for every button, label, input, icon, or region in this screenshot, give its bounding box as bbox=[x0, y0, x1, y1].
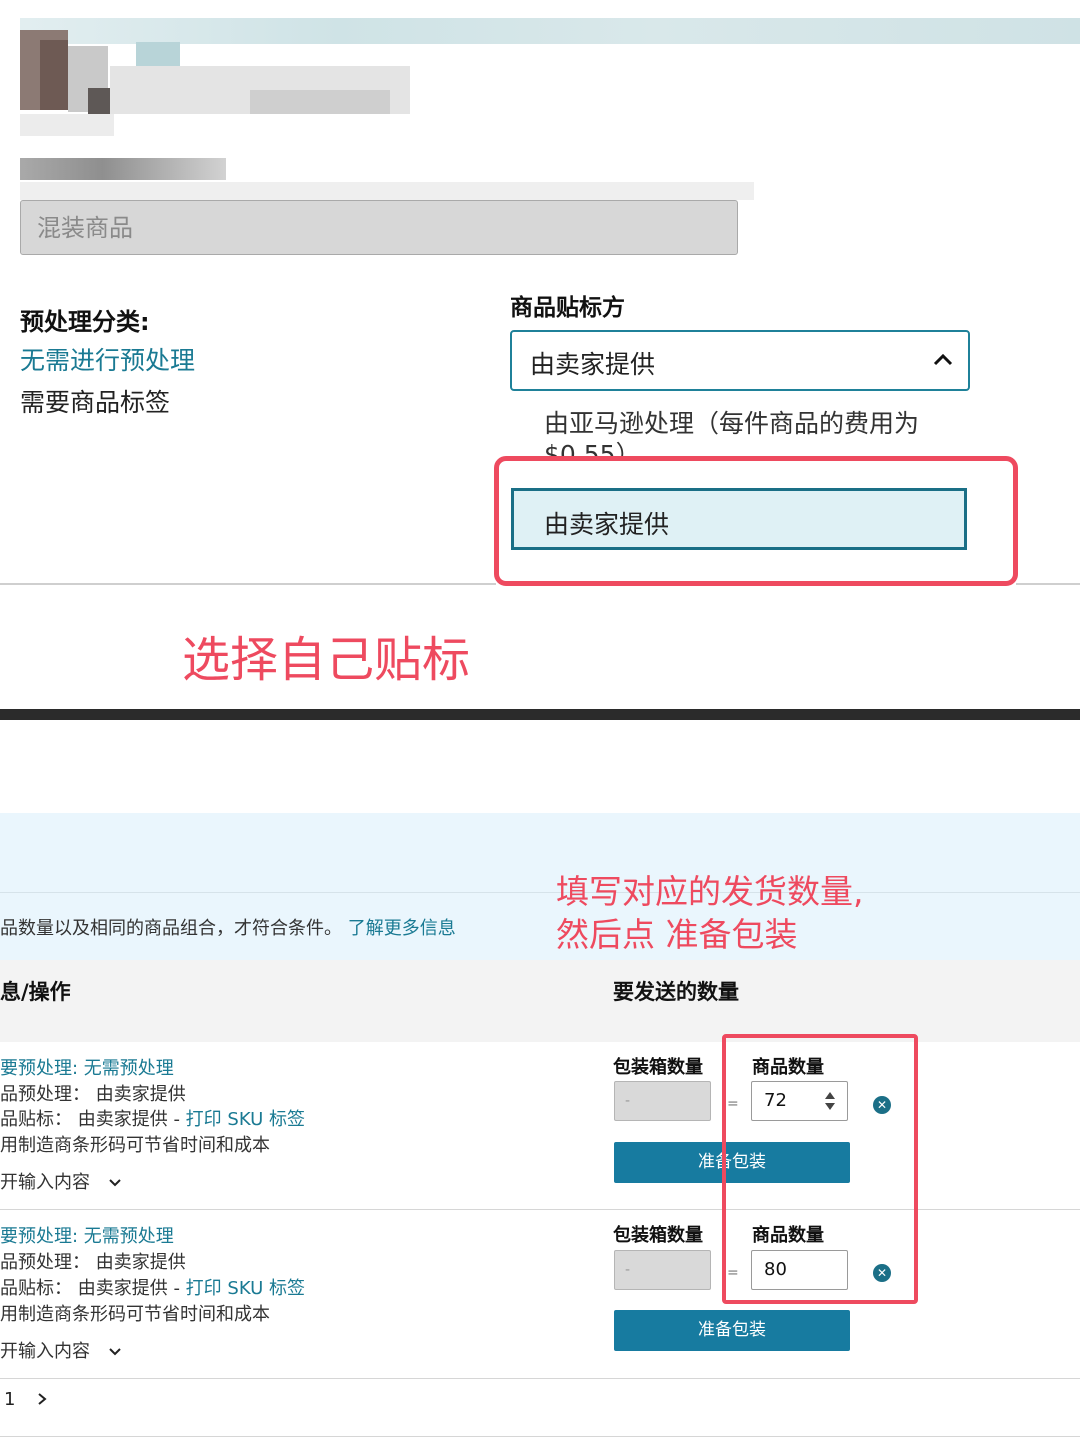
pagination-page[interactable]: 1 bbox=[4, 1389, 15, 1410]
box-count-input: - bbox=[614, 1081, 711, 1121]
divider bbox=[0, 892, 1080, 893]
divider bbox=[0, 583, 496, 585]
row-divider bbox=[0, 1378, 1080, 1379]
row-divider bbox=[0, 1209, 1080, 1210]
row-barcode-tip: 用制造商条形码可节省时间和成本 bbox=[0, 1304, 270, 1325]
info-text: 品数量以及相同的商品组合，才符合条件。 了解更多信息 bbox=[0, 914, 456, 940]
row-barcode-tip: 用制造商条形码可节省时间和成本 bbox=[0, 1135, 270, 1156]
labeler-select[interactable]: 由卖家提供 bbox=[510, 330, 970, 391]
mixed-item-field: 混装商品 bbox=[20, 200, 738, 255]
prepare-packing-button[interactable]: 准备包装 bbox=[614, 1310, 850, 1351]
screenshot-separator bbox=[0, 709, 1080, 720]
prep-required-label: 要预处理: bbox=[0, 1226, 84, 1247]
info-message: 品数量以及相同的商品组合，才符合条件。 bbox=[0, 918, 342, 939]
print-sku-label-link[interactable]: 打印 SKU 标签 bbox=[186, 1109, 305, 1130]
divider bbox=[1016, 583, 1080, 585]
row-expand-toggle[interactable]: 开输入内容 bbox=[0, 1337, 122, 1363]
annotation-select-self-label: 选择自己贴标 bbox=[182, 632, 471, 688]
row-labeling: 品贴标： 由卖家提供 - 打印 SKU 标签 bbox=[0, 1274, 305, 1300]
prep-required-link[interactable]: 无需预处理 bbox=[84, 1226, 174, 1247]
box-count-label: 包装箱数量 bbox=[613, 1225, 703, 1246]
expand-label: 开输入内容 bbox=[0, 1341, 90, 1362]
highlight-box-quantity bbox=[722, 1034, 918, 1304]
learn-more-link[interactable]: 了解更多信息 bbox=[348, 918, 456, 939]
row-prep-owner: 品预处理： 由卖家提供 bbox=[0, 1084, 186, 1105]
labeling-text: 品贴标： 由卖家提供 - bbox=[0, 1109, 186, 1130]
prep-required-label: 要预处理: bbox=[0, 1058, 84, 1079]
box-count-label: 包装箱数量 bbox=[613, 1057, 703, 1078]
bottom-divider bbox=[0, 1436, 1080, 1437]
row-labeling: 品贴标： 由卖家提供 - 打印 SKU 标签 bbox=[0, 1105, 305, 1131]
chevron-up-icon bbox=[933, 353, 953, 366]
table-header: 息/操作 要发送的数量 bbox=[0, 960, 1080, 1042]
annotation-fill-quantity: 填写对应的发货数量, 然后点 准备包装 bbox=[556, 870, 864, 956]
prep-need-text: 需要商品标签 bbox=[20, 388, 171, 417]
labeling-text: 品贴标： 由卖家提供 - bbox=[0, 1278, 186, 1299]
prep-category-label: 预处理分类: bbox=[20, 308, 150, 336]
col-qty-header: 要发送的数量 bbox=[613, 980, 739, 1004]
labeler-title: 商品贴标方 bbox=[510, 295, 625, 321]
annotation-line-1: 填写对应的发货数量, bbox=[556, 872, 864, 911]
chevron-down-icon bbox=[109, 1348, 121, 1356]
expand-label: 开输入内容 bbox=[0, 1172, 90, 1193]
row-expand-toggle[interactable]: 开输入内容 bbox=[0, 1168, 122, 1194]
labeler-select-value: 由卖家提供 bbox=[530, 350, 656, 379]
prep-category-link[interactable]: 无需进行预处理 bbox=[20, 341, 195, 377]
row-prep-required: 要预处理: 无需预处理 bbox=[0, 1054, 174, 1080]
box-count-input: - bbox=[614, 1250, 711, 1290]
highlight-box-labeler bbox=[494, 456, 1018, 586]
annotation-line-2: 然后点 准备包装 bbox=[556, 915, 798, 954]
col-info-header: 息/操作 bbox=[0, 980, 71, 1004]
dropdown-option-amazon[interactable]: 由亚马逊处理（每件商品的费用为 $0.55） bbox=[544, 408, 944, 458]
prep-required-link[interactable]: 无需预处理 bbox=[84, 1058, 174, 1079]
row-prep-owner: 品预处理： 由卖家提供 bbox=[0, 1252, 186, 1273]
chevron-right-icon[interactable] bbox=[36, 1392, 48, 1406]
print-sku-label-link[interactable]: 打印 SKU 标签 bbox=[186, 1278, 305, 1299]
chevron-down-icon bbox=[109, 1179, 121, 1187]
row-prep-required: 要预处理: 无需预处理 bbox=[0, 1222, 174, 1248]
